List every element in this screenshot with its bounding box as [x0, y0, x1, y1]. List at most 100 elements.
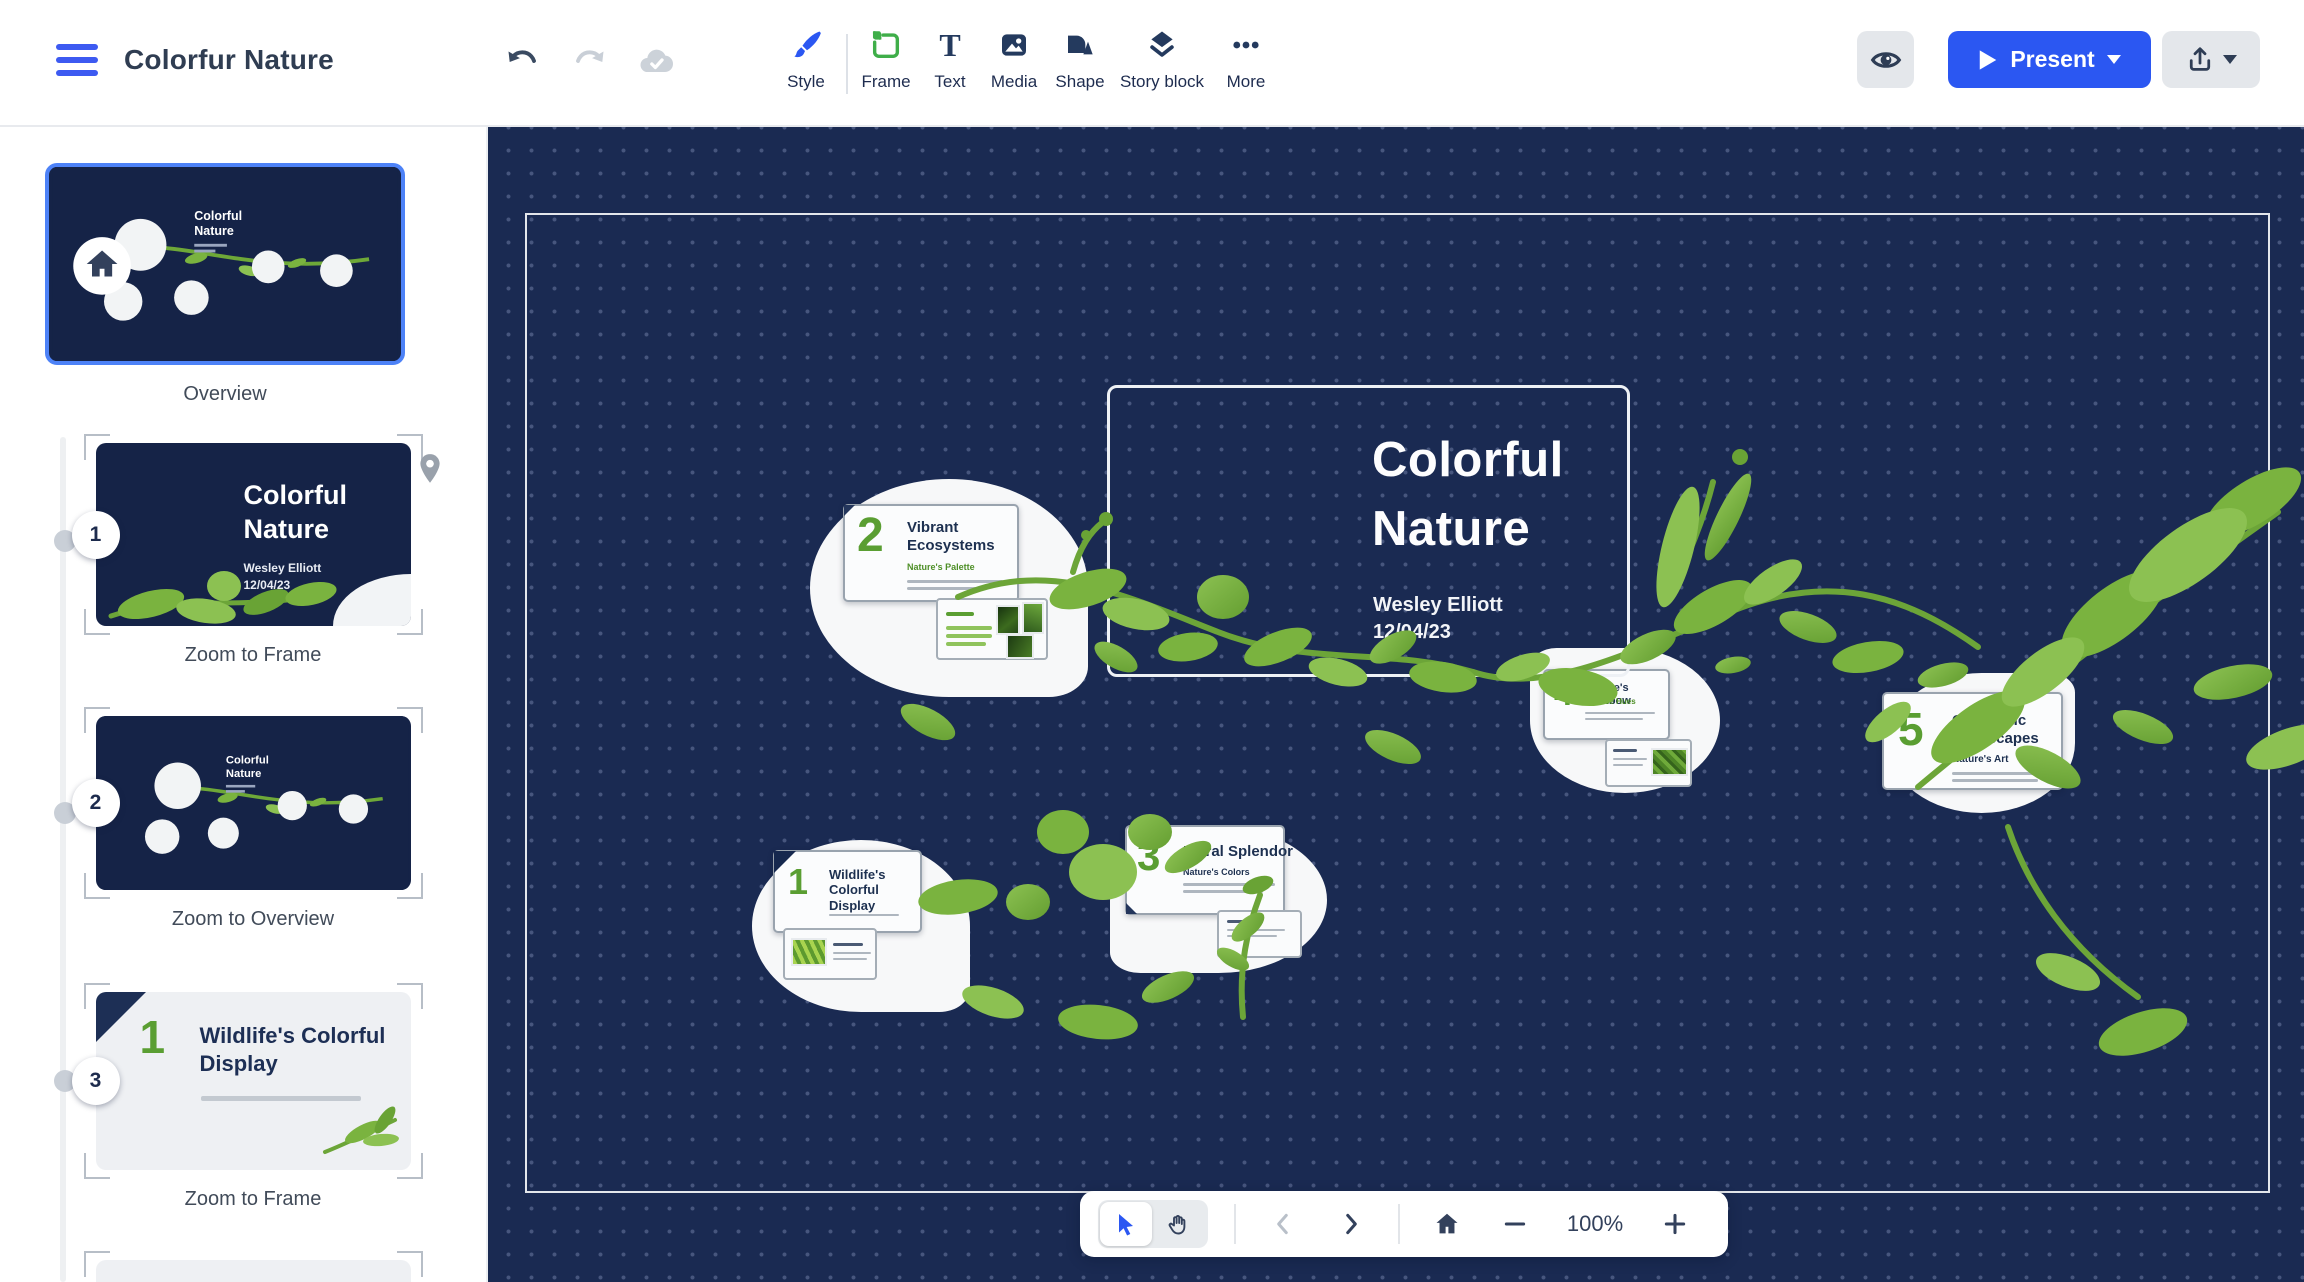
photo-thumbnail	[1022, 602, 1044, 634]
path-step-thumbnail[interactable]	[96, 1260, 411, 1282]
path-step-thumbnail[interactable]: 1 Wildlife's Colorful Display 3	[96, 992, 411, 1170]
topic-card-vibrant-ecosystems[interactable]: 2 Vibrant Ecosystems Nature's Palette	[843, 504, 1019, 602]
cursor-icon	[1114, 1212, 1138, 1236]
placeholder-text-line	[907, 587, 985, 590]
placeholder-heading	[1227, 920, 1253, 923]
toolbar-divider	[1234, 1204, 1236, 1244]
placeholder-text-line	[1585, 712, 1655, 714]
more-icon	[1229, 26, 1263, 64]
path-step-4-partial	[88, 1260, 418, 1282]
placeholder-text-line	[1183, 890, 1263, 893]
topic-subtitle: Nature's Colors	[1183, 867, 1250, 877]
path-step-1: Colorful Nature Wesley Elliott 12/04/23 …	[88, 443, 418, 667]
toolbar-divider	[1398, 1204, 1400, 1244]
sidebar-overview-item: Colorful Nature Overview	[45, 163, 405, 406]
zoom-out-button[interactable]	[1494, 1202, 1536, 1246]
canvas-navigation-bar: 100%	[1080, 1191, 1728, 1257]
title-frame[interactable]: Colorful Nature Wesley Elliott 12/04/23	[1107, 385, 1630, 677]
path-step-label: Zoom to Overview	[88, 908, 418, 931]
thumbnail-corner-triangle	[96, 992, 146, 1042]
present-button[interactable]: Present	[1948, 31, 2151, 88]
subframe-floral-splendor[interactable]	[1217, 910, 1302, 958]
topic-card-wildlifes-colorful-display[interactable]: 1 Wildlife's Colorful Display	[773, 850, 922, 933]
photo-thumbnail	[996, 605, 1020, 635]
presentation-canvas[interactable]: 2 Vibrant Ecosystems Nature's Palette 4 …	[488, 127, 2304, 1282]
path-step-number: 2	[72, 779, 120, 827]
subframe-natures-rainbow[interactable]	[1605, 739, 1692, 787]
svg-text:Nature: Nature	[194, 224, 234, 238]
overview-minimap: Colorful Nature	[96, 716, 411, 890]
topic-number: 5	[1898, 706, 1924, 752]
path-step-number: 1	[72, 511, 120, 559]
path-timeline	[60, 437, 66, 1282]
placeholder-heading	[946, 612, 974, 616]
zoom-level: 100%	[1562, 1211, 1628, 1237]
photo-thumbnail	[1651, 748, 1688, 776]
topic-number: 4	[1554, 677, 1573, 711]
svg-text:Colorful: Colorful	[194, 209, 242, 223]
zoom-in-button[interactable]	[1654, 1202, 1696, 1246]
tool-mode-switcher	[1098, 1200, 1208, 1248]
placeholder-text-line	[1952, 772, 2052, 775]
home-view-button[interactable]	[1426, 1202, 1468, 1246]
plus-icon	[1662, 1211, 1688, 1237]
placeholder-heading	[833, 943, 863, 946]
topic-card-chromatic-landscapes[interactable]: 5 Chromatic Landscapes Nature's Art	[1882, 692, 2063, 790]
prezi-editor: 2 Vibrant Ecosystems Nature's Palette 4 …	[0, 0, 2304, 1282]
present-label: Present	[2010, 46, 2094, 73]
placeholder-text-line	[1585, 718, 1643, 720]
path-step-label: Zoom to Frame	[88, 1188, 418, 1211]
placeholder-text-line	[946, 626, 992, 630]
path-step-thumbnail[interactable]: Colorful Nature Wesley Elliott 12/04/23 …	[96, 443, 411, 626]
next-step-button[interactable]	[1330, 1202, 1372, 1246]
placeholder-text-line	[907, 580, 1003, 583]
share-upload-icon	[2185, 45, 2215, 75]
overview-thumbnail[interactable]: Colorful Nature	[45, 163, 405, 365]
subframe-wildlifes-display[interactable]	[783, 928, 877, 980]
topic-card-floral-splendor[interactable]: 3 Floral Splendor Nature's Colors	[1125, 825, 1285, 915]
chevron-left-icon	[1270, 1211, 1296, 1237]
placeholder-text-line	[201, 1096, 361, 1101]
path-step-2: Colorful Nature 2 Zoom to Overview	[88, 716, 418, 931]
placeholder-text-line	[833, 952, 871, 954]
minus-icon	[1502, 1211, 1528, 1237]
presentation-date: 12/04/23	[1373, 621, 1451, 644]
eye-icon	[1870, 44, 1902, 76]
svg-text:Nature: Nature	[225, 768, 260, 780]
topic-subtitle: Diverse Hues	[1585, 697, 1636, 706]
previous-step-button[interactable]	[1262, 1202, 1304, 1246]
thumbnail-author: Wesley Elliott	[244, 561, 322, 575]
topic-title: Floral Splendor	[1183, 843, 1283, 861]
topic-title: Wildlife's Colorful Display	[829, 867, 919, 913]
shape-icon	[1064, 26, 1096, 64]
card-fold	[844, 505, 855, 516]
select-tool-button[interactable]	[1100, 1202, 1152, 1246]
placeholder-text-line	[1613, 764, 1643, 766]
thumbnail-title: Colorful Nature	[244, 479, 347, 547]
thumbnail-date: 12/04/23	[244, 578, 291, 592]
svg-text:Colorful: Colorful	[225, 754, 268, 766]
placeholder-text-line	[833, 958, 867, 960]
top-header: Colorfur Nature Style	[0, 0, 2304, 127]
path-step-number: 3	[72, 1057, 120, 1105]
topic-number: 2	[857, 512, 884, 560]
thumbnail-number: 1	[140, 1010, 166, 1064]
placeholder-text-line	[946, 634, 992, 638]
home-icon	[1433, 1210, 1461, 1238]
pan-tool-button[interactable]	[1152, 1202, 1204, 1246]
placeholder-text-line	[946, 642, 986, 646]
card-fold	[1126, 903, 1137, 914]
tool-more[interactable]: More	[1181, 26, 1311, 92]
placeholder-heading	[1613, 749, 1637, 752]
subframe-vibrant-ecosystems[interactable]	[936, 598, 1048, 660]
presentation-author: Wesley Elliott	[1373, 594, 1503, 617]
placeholder-text-line	[829, 914, 899, 916]
topic-title: Vibrant Ecosystems	[907, 519, 1013, 554]
path-step-thumbnail[interactable]: Colorful Nature 2	[96, 716, 411, 890]
thumbnail-leaves	[315, 1102, 405, 1162]
preview-button[interactable]	[1857, 31, 1914, 88]
path-sidebar: Colorful Nature Overview	[0, 127, 488, 1282]
topic-card-natures-rainbow[interactable]: 4 Nature's Rainbow Diverse Hues	[1543, 669, 1670, 740]
share-button[interactable]	[2162, 31, 2260, 88]
topic-title: Chromatic Landscapes	[1952, 712, 2062, 747]
